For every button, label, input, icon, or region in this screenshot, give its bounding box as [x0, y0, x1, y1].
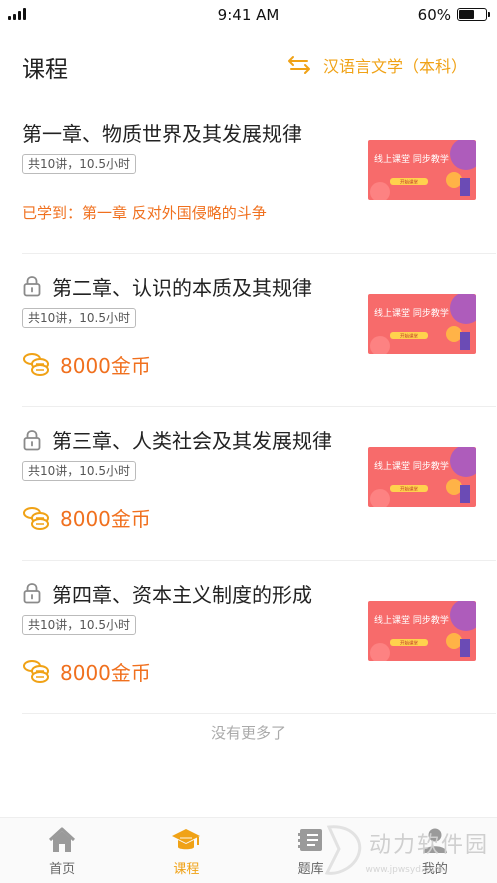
course-item[interactable]: 第二章、认识的本质及其规律 共10讲，10.5小时 8000金币 线上课堂 同步…: [22, 254, 496, 407]
svg-text:开始课堂: 开始课堂: [400, 486, 418, 493]
home-icon: [49, 827, 76, 852]
course-title-row: 第三章、人类社会及其发展规律: [22, 425, 332, 454]
study-progress: 已学到：第一章 反对外国侵略的斗争: [22, 204, 267, 222]
graduation-cap-icon: [172, 829, 201, 850]
major-switch-button[interactable]: 汉语言文学（本科）: [287, 53, 467, 77]
course-title-row: 第一章、物质世界及其发展规律: [22, 118, 302, 147]
course-thumbnail: 线上课堂 同步教学 开始课堂: [368, 600, 476, 661]
thumbnail-banner: 线上课堂 同步教学 开始课堂: [368, 447, 476, 507]
course-title-row: 第四章、资本主义制度的形成: [22, 579, 312, 608]
svg-text:线上课堂 同步教学: 线上课堂 同步教学: [374, 307, 449, 319]
svg-text:线上课堂 同步教学: 线上课堂 同步教学: [374, 153, 449, 165]
course-price: 8000金币: [60, 353, 151, 378]
course-meta-tag: 共10讲，10.5小时: [22, 307, 136, 328]
svg-text:线上课堂 同步教学: 线上课堂 同步教学: [374, 614, 449, 626]
course-item[interactable]: 第三章、人类社会及其发展规律 共10讲，10.5小时 8000金币 线上课堂 同…: [22, 407, 496, 561]
course-price: 8000金币: [60, 660, 151, 685]
tab-home[interactable]: 首页: [0, 818, 124, 883]
svg-text:开始课堂: 开始课堂: [400, 332, 418, 339]
price-row: 8000金币: [22, 657, 151, 686]
status-bar: 9:41 AM 60%: [0, 0, 497, 28]
battery-percentage: 60%: [417, 6, 451, 24]
course-title-row: 第二章、认识的本质及其规律: [22, 272, 312, 301]
course-meta-tag: 共10讲，10.5小时: [22, 461, 136, 481]
no-more-text: 没有更多了: [210, 724, 286, 742]
watermark-url: www.jpwsyd.com: [365, 865, 443, 875]
lock-icon: [23, 276, 41, 297]
thumbnail-banner: 线上课堂 同步教学 开始课堂: [368, 293, 476, 354]
course-title: 第二章、认识的本质及其规律: [52, 275, 312, 300]
thumbnail-banner: 线上课堂 同步教学 开始课堂: [368, 140, 476, 200]
watermark-text: 动力软件园: [368, 833, 489, 858]
tab-courses[interactable]: 课程: [124, 818, 248, 883]
course-price: 8000金币: [60, 507, 151, 531]
coin-stack-icon: [23, 506, 49, 530]
header: 课程 汉语言文学（本科）: [0, 46, 497, 86]
tab-label: 首页: [49, 862, 76, 877]
svg-text:开始课堂: 开始课堂: [400, 179, 418, 186]
swap-icon: [287, 56, 310, 74]
coin-stack-icon: [23, 353, 49, 376]
course-item[interactable]: 第四章、资本主义制度的形成 共10讲，10.5小时 8000金币 线上课堂 同步…: [22, 561, 496, 714]
course-title: 第三章、人类社会及其发展规律: [52, 429, 332, 453]
thumbnail-banner: 线上课堂 同步教学 开始课堂: [368, 600, 476, 661]
course-list: 第一章、物质世界及其发展规律 共10讲，10.5小时 已学到：第一章 反对外国侵…: [22, 100, 496, 714]
major-label: 汉语言文学（本科）: [322, 57, 467, 76]
course-item[interactable]: 第一章、物质世界及其发展规律 共10讲，10.5小时 已学到：第一章 反对外国侵…: [22, 100, 496, 254]
course-meta-tag: 共10讲，10.5小时: [22, 614, 136, 635]
price-row: 8000金币: [22, 350, 151, 379]
course-title: 第一章、物质世界及其发展规律: [22, 122, 302, 146]
lock-icon: [23, 429, 41, 450]
svg-text:线上课堂 同步教学: 线上课堂 同步教学: [374, 460, 449, 472]
page-title: 课程: [22, 57, 68, 83]
battery-icon: [457, 8, 490, 21]
lock-icon: [23, 583, 41, 604]
course-thumbnail: 线上课堂 同步教学 开始课堂: [368, 293, 476, 354]
course-thumbnail: 线上课堂 同步教学 开始课堂: [368, 140, 476, 200]
coin-stack-icon: [23, 660, 49, 683]
svg-text:开始课堂: 开始课堂: [400, 639, 418, 646]
tab-label: 课程: [173, 862, 200, 877]
course-thumbnail: 线上课堂 同步教学 开始课堂: [368, 447, 476, 507]
course-title: 第四章、资本主义制度的形成: [52, 582, 312, 607]
price-row: 8000金币: [22, 503, 151, 532]
course-meta-tag: 共10讲，10.5小时: [22, 154, 136, 174]
